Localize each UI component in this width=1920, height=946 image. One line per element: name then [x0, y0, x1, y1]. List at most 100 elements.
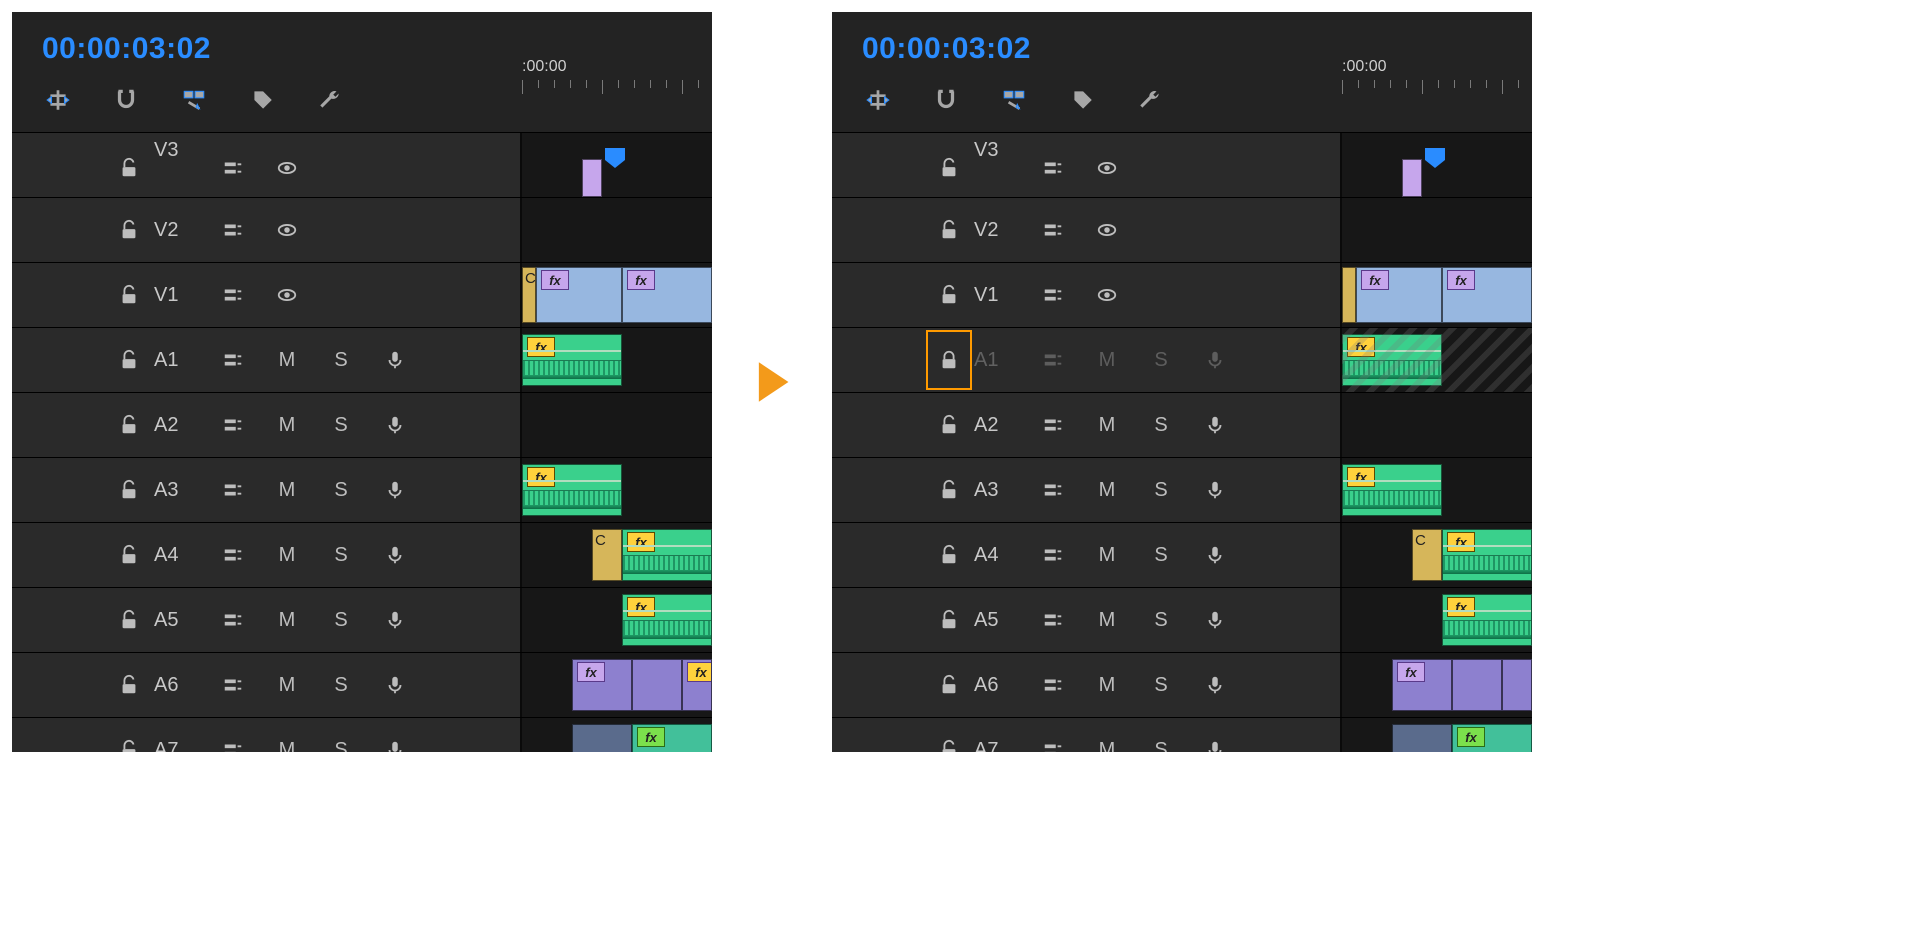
fx-badge-icon[interactable]: fx — [541, 270, 569, 290]
fx-badge-icon[interactable]: fx — [527, 337, 555, 357]
mute-toggle-a4[interactable]: M — [1080, 523, 1134, 587]
lock-toggle-v3[interactable] — [924, 139, 974, 197]
lock-toggle-v2[interactable] — [104, 198, 154, 262]
sync-lock-toggle-a3[interactable] — [1026, 458, 1080, 522]
audio-clip[interactable]: fx — [622, 529, 712, 581]
solo-toggle-a7[interactable]: S — [1134, 718, 1188, 752]
voiceover-mic-icon-a4[interactable] — [368, 523, 422, 587]
solo-toggle-a1[interactable]: S — [314, 328, 368, 392]
fx-badge-icon[interactable]: fx — [1447, 532, 1475, 552]
sync-lock-toggle-v1[interactable] — [1026, 263, 1080, 327]
fx-badge-icon[interactable]: fx — [1397, 662, 1425, 682]
voiceover-mic-icon-a3[interactable] — [1188, 458, 1242, 522]
audio-clip[interactable]: C — [1412, 529, 1442, 581]
lock-toggle-a4[interactable] — [104, 523, 154, 587]
video-clip[interactable]: fx — [536, 267, 622, 323]
solo-toggle-a4[interactable]: S — [1134, 523, 1188, 587]
linked-selection-icon[interactable] — [176, 82, 212, 118]
audio-clip[interactable]: fx — [522, 334, 622, 386]
voiceover-mic-icon-a2[interactable] — [1188, 393, 1242, 457]
sync-lock-toggle-a2[interactable] — [1026, 393, 1080, 457]
lock-toggle-a7[interactable] — [924, 718, 974, 752]
voiceover-mic-icon-a5[interactable] — [1188, 588, 1242, 652]
mute-toggle-a2[interactable]: M — [260, 393, 314, 457]
mute-toggle-a5[interactable]: M — [260, 588, 314, 652]
fx-badge-icon[interactable]: fx — [637, 727, 665, 747]
mute-toggle-a3[interactable]: M — [260, 458, 314, 522]
sync-lock-toggle-v3[interactable] — [1026, 139, 1080, 197]
track-header-a3[interactable]: A3 M S — [832, 458, 1342, 522]
video-clip[interactable]: fx — [1442, 267, 1532, 323]
mute-toggle-a3[interactable]: M — [1080, 458, 1134, 522]
solo-toggle-a3[interactable]: S — [1134, 458, 1188, 522]
track-content-a7[interactable]: fx — [522, 718, 712, 752]
track-content-v2[interactable] — [1342, 198, 1532, 262]
mute-toggle-a6[interactable]: M — [260, 653, 314, 717]
fx-badge-icon[interactable]: fx — [1361, 270, 1389, 290]
voiceover-mic-icon-a7[interactable] — [368, 718, 422, 752]
sync-lock-toggle-a6[interactable] — [206, 653, 260, 717]
fx-badge-icon[interactable]: fx — [627, 597, 655, 617]
fx-badge-icon[interactable]: fx — [1457, 727, 1485, 747]
track-content-a3[interactable]: fx — [522, 458, 712, 522]
audio-clip[interactable]: fx — [1452, 724, 1532, 752]
sync-lock-toggle-v2[interactable] — [206, 198, 260, 262]
title-clip[interactable] — [1402, 159, 1422, 197]
track-content-a1[interactable]: fx — [1342, 328, 1532, 392]
lock-toggle-v1[interactable] — [924, 263, 974, 327]
video-clip[interactable]: fx — [622, 267, 712, 323]
track-header-a7[interactable]: A7 M S — [832, 718, 1342, 752]
mute-toggle-a2[interactable]: M — [1080, 393, 1134, 457]
audio-clip[interactable] — [1392, 724, 1452, 752]
lock-toggle-a2[interactable] — [104, 393, 154, 457]
fx-badge-icon[interactable]: fx — [1447, 270, 1475, 290]
voiceover-mic-icon-a5[interactable] — [368, 588, 422, 652]
solo-toggle-a2[interactable]: S — [1134, 393, 1188, 457]
lock-toggle-v1[interactable] — [104, 263, 154, 327]
sync-lock-toggle-v3[interactable] — [206, 139, 260, 197]
fx-badge-icon[interactable]: fx — [687, 662, 712, 682]
track-header-v1[interactable]: V1 — [832, 263, 1342, 327]
lock-toggle-a2[interactable] — [924, 393, 974, 457]
solo-toggle-a2[interactable]: S — [314, 393, 368, 457]
track-output-eye-icon-v3[interactable] — [1080, 139, 1134, 197]
voiceover-mic-icon-a4[interactable] — [1188, 523, 1242, 587]
audio-clip[interactable] — [572, 724, 632, 752]
voiceover-mic-icon-a6[interactable] — [368, 653, 422, 717]
track-header-a2[interactable]: A2 M S — [832, 393, 1342, 457]
audio-clip[interactable]: fx — [1342, 464, 1442, 516]
audio-clip[interactable]: fx — [572, 659, 632, 711]
lock-toggle-a1[interactable] — [104, 328, 154, 392]
sync-lock-toggle-a1[interactable] — [206, 328, 260, 392]
lock-toggle-v2[interactable] — [924, 198, 974, 262]
track-content-a3[interactable]: fx — [1342, 458, 1532, 522]
insert-overwrite-toggle-icon[interactable] — [860, 82, 896, 118]
track-header-v2[interactable]: V2 — [12, 198, 522, 262]
marker-tag-icon[interactable] — [1064, 82, 1100, 118]
mute-toggle-a7[interactable]: M — [1080, 718, 1134, 752]
track-output-eye-icon-v1[interactable] — [260, 263, 314, 327]
sync-lock-toggle-a4[interactable] — [206, 523, 260, 587]
sync-lock-toggle-a6[interactable] — [1026, 653, 1080, 717]
track-content-a4[interactable]: C fx — [1342, 523, 1532, 587]
video-clip[interactable] — [1342, 267, 1356, 323]
voiceover-mic-icon-a2[interactable] — [368, 393, 422, 457]
snap-magnet-icon[interactable] — [928, 82, 964, 118]
track-header-a2[interactable]: A2 M S — [12, 393, 522, 457]
audio-clip[interactable]: fx — [1342, 334, 1442, 386]
lock-toggle-a6[interactable] — [924, 653, 974, 717]
fx-badge-icon[interactable]: fx — [527, 467, 555, 487]
track-header-a1[interactable]: A1 M S — [12, 328, 522, 392]
voiceover-mic-icon-a1[interactable] — [1188, 328, 1242, 392]
track-content-a6[interactable]: fx — [1342, 653, 1532, 717]
track-content-v1[interactable]: fx fx — [1342, 263, 1532, 327]
sync-lock-toggle-v2[interactable] — [1026, 198, 1080, 262]
snap-magnet-icon[interactable] — [108, 82, 144, 118]
audio-clip[interactable]: C — [592, 529, 622, 581]
track-header-v2[interactable]: V2 — [832, 198, 1342, 262]
track-content-v1[interactable]: C fx fx — [522, 263, 712, 327]
sync-lock-toggle-a7[interactable] — [206, 718, 260, 752]
lock-toggle-a5[interactable] — [104, 588, 154, 652]
track-header-a4[interactable]: A4 M S — [12, 523, 522, 587]
solo-toggle-a6[interactable]: S — [1134, 653, 1188, 717]
